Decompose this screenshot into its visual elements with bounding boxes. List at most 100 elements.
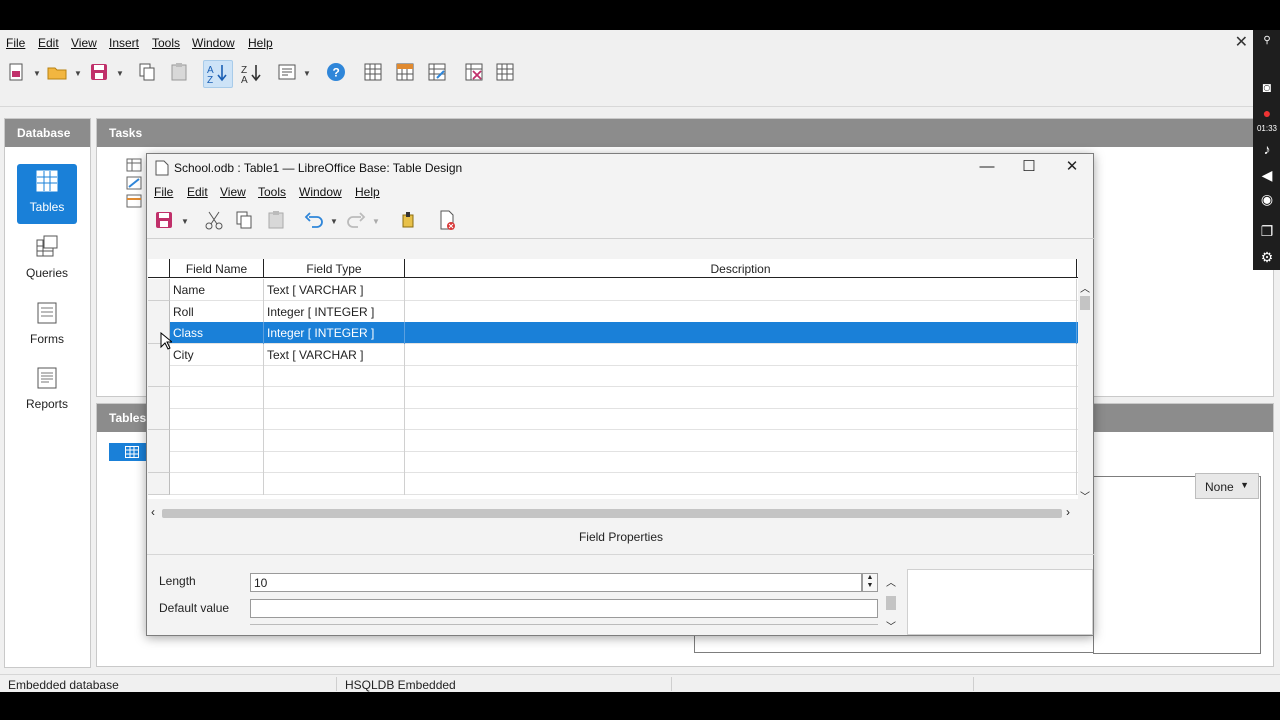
dialog-menu-edit[interactable]: Edit	[187, 185, 208, 199]
chevron-down-icon[interactable]: ▼	[181, 217, 189, 226]
table-edit-button[interactable]	[426, 61, 452, 85]
menu-edit[interactable]: Edit	[38, 34, 59, 52]
cell-description[interactable]	[405, 322, 1077, 344]
menu-file[interactable]: File	[6, 34, 25, 52]
row-handle[interactable]	[148, 279, 170, 301]
nav-forms[interactable]: Forms	[17, 296, 77, 356]
maximize-button[interactable]: ☐	[1009, 154, 1049, 182]
save-button[interactable]	[88, 61, 114, 85]
menu-window[interactable]: Window	[192, 34, 235, 52]
record-icon[interactable]: ●	[1258, 104, 1276, 122]
cell-description[interactable]	[405, 472, 1077, 495]
table-row[interactable]: Class Integer [ INTEGER ]	[148, 322, 1078, 344]
table-rename-button[interactable]	[494, 61, 520, 85]
menu-tools[interactable]: Tools	[152, 34, 180, 52]
table-row[interactable]: City Text [ VARCHAR ]	[148, 343, 1078, 366]
close-document-icon[interactable]: ✕	[1235, 32, 1248, 52]
scroll-up-icon[interactable]: ︿	[1080, 280, 1090, 295]
row-handle[interactable]	[148, 429, 170, 452]
save-button[interactable]	[153, 209, 179, 233]
cell-description[interactable]	[405, 429, 1077, 452]
row-handle[interactable]	[148, 472, 170, 495]
menu-view[interactable]: View	[71, 34, 97, 52]
menu-help[interactable]: Help	[248, 34, 273, 52]
cell-description[interactable]	[405, 386, 1077, 409]
table-row[interactable]	[148, 408, 1078, 430]
cell-field-type[interactable]: Text [ VARCHAR ]	[264, 279, 405, 301]
row-handle[interactable]	[148, 386, 170, 409]
chevron-down-icon[interactable]: ▼	[303, 69, 311, 78]
cut-button[interactable]	[203, 209, 229, 233]
cell-field-name[interactable]: Class	[170, 322, 264, 344]
row-handle[interactable]	[148, 365, 170, 387]
index-design-button[interactable]	[436, 209, 462, 233]
scroll-up-icon[interactable]: ︿	[886, 574, 896, 589]
cell-description[interactable]	[405, 365, 1077, 387]
scroll-down-icon[interactable]: ﹀	[1080, 488, 1090, 503]
chevron-down-icon[interactable]: ▼	[74, 69, 82, 78]
nav-reports[interactable]: Reports	[17, 361, 77, 421]
cell-field-name[interactable]	[170, 386, 264, 409]
copy-button[interactable]	[136, 61, 162, 85]
cell-field-name[interactable]	[170, 365, 264, 387]
properties-scrollbar[interactable]: ︿ ﹀	[884, 574, 898, 633]
header-field-type[interactable]: Field Type	[264, 259, 405, 278]
cell-field-name[interactable]	[170, 429, 264, 452]
table-button[interactable]	[362, 61, 388, 85]
scroll-thumb[interactable]	[1080, 296, 1090, 310]
chevron-down-icon[interactable]: ▼	[372, 217, 380, 226]
pin-icon[interactable]: ⚲	[1258, 32, 1276, 50]
cell-field-type[interactable]	[264, 451, 405, 473]
preview-select[interactable]: None ▼	[1195, 473, 1259, 499]
open-button[interactable]	[46, 61, 72, 85]
sort-descending-button[interactable]: ZA	[238, 61, 264, 86]
help-button[interactable]: ?	[325, 61, 351, 85]
cell-field-type[interactable]	[264, 408, 405, 430]
webcam-icon[interactable]: ◉	[1258, 190, 1276, 208]
table-list-item[interactable]	[109, 443, 149, 461]
dialog-menu-window[interactable]: Window	[299, 185, 342, 199]
chevron-down-icon[interactable]: ▼	[330, 217, 338, 226]
cell-field-type[interactable]: Text [ VARCHAR ]	[264, 343, 405, 366]
row-handle[interactable]	[148, 408, 170, 430]
table-open-button[interactable]	[394, 61, 420, 85]
microphone-icon[interactable]: ♪	[1258, 140, 1276, 158]
scroll-thumb[interactable]	[886, 596, 896, 610]
window-icon[interactable]: ❐	[1258, 222, 1276, 240]
cell-description[interactable]	[405, 408, 1077, 430]
sort-ascending-button[interactable]: AZ	[203, 60, 233, 88]
cell-field-name[interactable]: Roll	[170, 300, 264, 323]
table-row[interactable]: Name Text [ VARCHAR ]	[148, 279, 1078, 301]
redo-button[interactable]	[345, 209, 371, 233]
cell-description[interactable]	[405, 279, 1077, 301]
cell-field-type[interactable]	[264, 429, 405, 452]
primary-key-button[interactable]	[398, 209, 424, 233]
chevron-down-icon[interactable]: ▼	[33, 69, 41, 78]
cell-field-type[interactable]: Integer [ INTEGER ]	[264, 300, 405, 323]
cell-field-type[interactable]	[264, 386, 405, 409]
dialog-menu-tools[interactable]: Tools	[258, 185, 286, 199]
camera-icon[interactable]: ◙	[1258, 78, 1276, 96]
table-row[interactable]	[148, 451, 1078, 473]
cell-field-name[interactable]	[170, 408, 264, 430]
undo-button[interactable]	[303, 209, 329, 233]
dialog-menu-help[interactable]: Help	[355, 185, 380, 199]
row-handle[interactable]	[148, 300, 170, 323]
table-row[interactable]	[148, 429, 1078, 452]
row-handle[interactable]	[148, 451, 170, 473]
header-field-name[interactable]: Field Name	[170, 259, 264, 278]
table-row[interactable]	[148, 386, 1078, 409]
cell-field-name[interactable]: City	[170, 343, 264, 366]
cell-field-type[interactable]: Integer [ INTEGER ]	[264, 322, 405, 344]
cell-field-name[interactable]: Name	[170, 279, 264, 301]
scroll-thumb[interactable]	[162, 509, 1062, 518]
cell-description[interactable]	[405, 343, 1077, 366]
gear-icon[interactable]: ⚙	[1258, 248, 1276, 266]
cell-field-type[interactable]	[264, 472, 405, 495]
paste-button[interactable]	[168, 61, 194, 85]
length-input[interactable]: 10	[250, 573, 862, 592]
speaker-icon[interactable]: ◀	[1258, 166, 1276, 184]
scroll-down-icon[interactable]: ﹀	[886, 618, 896, 633]
cell-field-type[interactable]	[264, 365, 405, 387]
length-stepper[interactable]: ▲ ▼	[862, 573, 878, 592]
